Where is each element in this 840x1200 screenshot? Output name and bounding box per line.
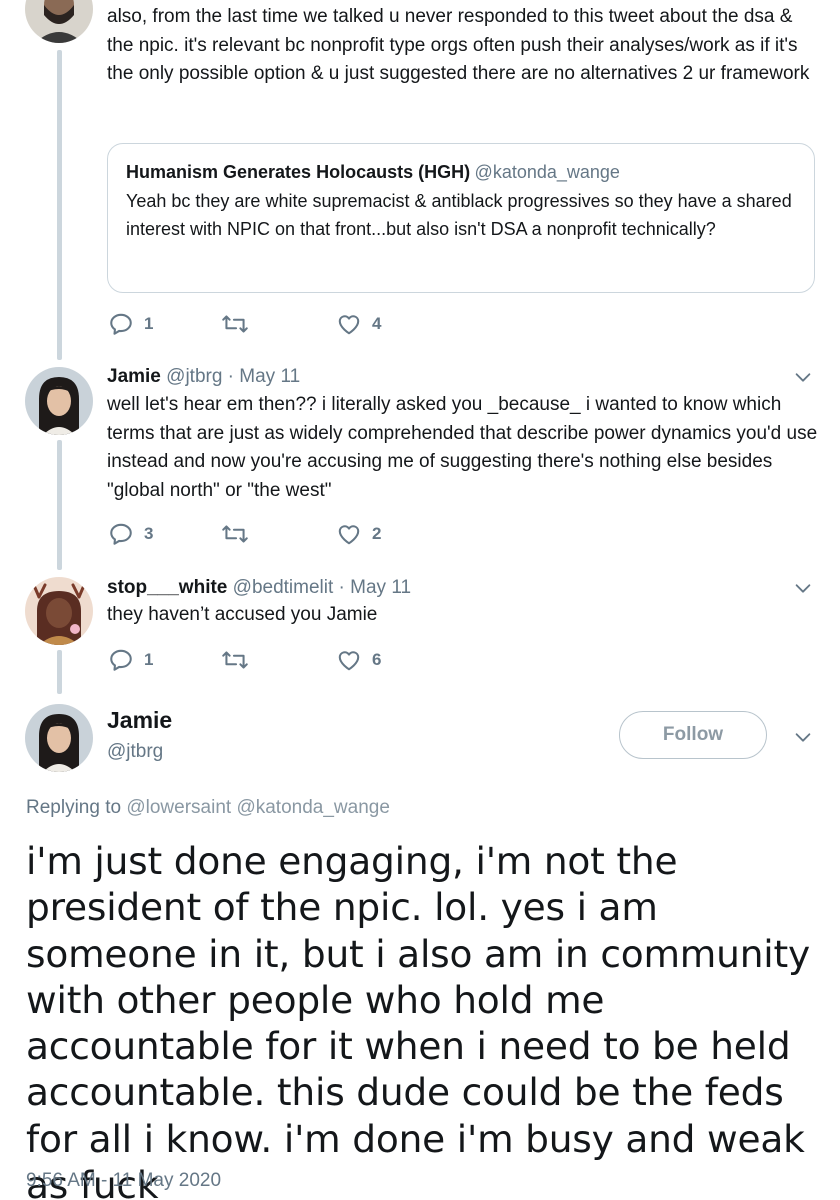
retweet-button[interactable] [220,647,260,673]
like-count: 2 [372,524,382,543]
display-name[interactable]: Jamie [107,707,172,734]
avatar[interactable] [25,577,93,645]
quoted-tweet-header: Humanism Generates Holocausts (HGH) @kat… [126,162,796,183]
like-count: 4 [372,314,382,333]
reply-count: 1 [144,314,154,333]
like-count: 6 [372,650,382,669]
replying-to: Replying to @lowersaint @katonda_wange [26,797,390,819]
mention-link[interactable]: @lowersaint [126,797,231,818]
retweet-icon [222,651,248,669]
reply-icon [110,649,132,671]
retweet-icon [222,525,248,543]
reply-count: 1 [144,650,154,669]
reply-button[interactable]: 1 [108,311,153,337]
retweet-icon [222,315,248,333]
like-button[interactable]: 2 [336,521,381,547]
handle-and-date[interactable]: @bedtimelit · May 11 [233,577,411,598]
quoted-tweet-handle: @katonda_wange [474,162,620,182]
thread-line [57,440,62,570]
reply-icon [110,313,132,335]
thread-line [57,50,62,360]
heart-icon [338,651,360,671]
handle-and-date[interactable]: @jtbrg · May 11 [166,366,300,387]
retweet-button[interactable] [220,521,260,547]
avatar[interactable] [25,0,93,43]
user-handle[interactable]: @jtbrg [107,741,163,763]
heart-icon [338,525,360,545]
thread-line [57,650,62,694]
retweet-button[interactable] [220,311,260,337]
tweet-text: they haven’t accused you Jamie [107,604,378,625]
mention-link[interactable]: @katonda_wange [236,797,389,818]
reply-icon [110,523,132,545]
tweet-text: i'm just done engaging, i'm not the pres… [26,839,810,1200]
quoted-tweet-text: Yeah bc they are white supremacist & ant… [126,191,792,239]
quoted-tweet-name: Humanism Generates Holocausts (HGH) [126,162,471,182]
reply-button[interactable]: 1 [108,647,153,673]
reply-count: 3 [144,524,154,543]
tweet-header: stop___white @bedtimelit · May 11 [107,576,411,600]
timestamp[interactable]: 9:56 AM - 11 May 2020 [26,1170,221,1192]
avatar[interactable] [25,367,93,435]
follow-button[interactable]: Follow [619,711,767,759]
heart-icon [338,315,360,335]
avatar[interactable] [25,704,93,772]
tweet-text: well let's hear em then?? i literally as… [107,394,818,501]
like-button[interactable]: 6 [336,647,381,673]
like-button[interactable]: 4 [336,311,381,337]
tweet-text: also, from the last time we talked u nev… [107,6,810,84]
chevron-down-icon[interactable] [792,366,814,388]
tweet-header: Jamie @jtbrg · May 11 [107,365,300,389]
display-name[interactable]: stop___white [107,577,227,598]
reply-button[interactable]: 3 [108,521,153,547]
quoted-tweet[interactable]: Humanism Generates Holocausts (HGH) @kat… [107,143,815,293]
chevron-down-icon[interactable] [792,726,814,748]
display-name[interactable]: Jamie [107,366,161,387]
chevron-down-icon[interactable] [792,577,814,599]
replying-prefix: Replying to [26,797,122,818]
